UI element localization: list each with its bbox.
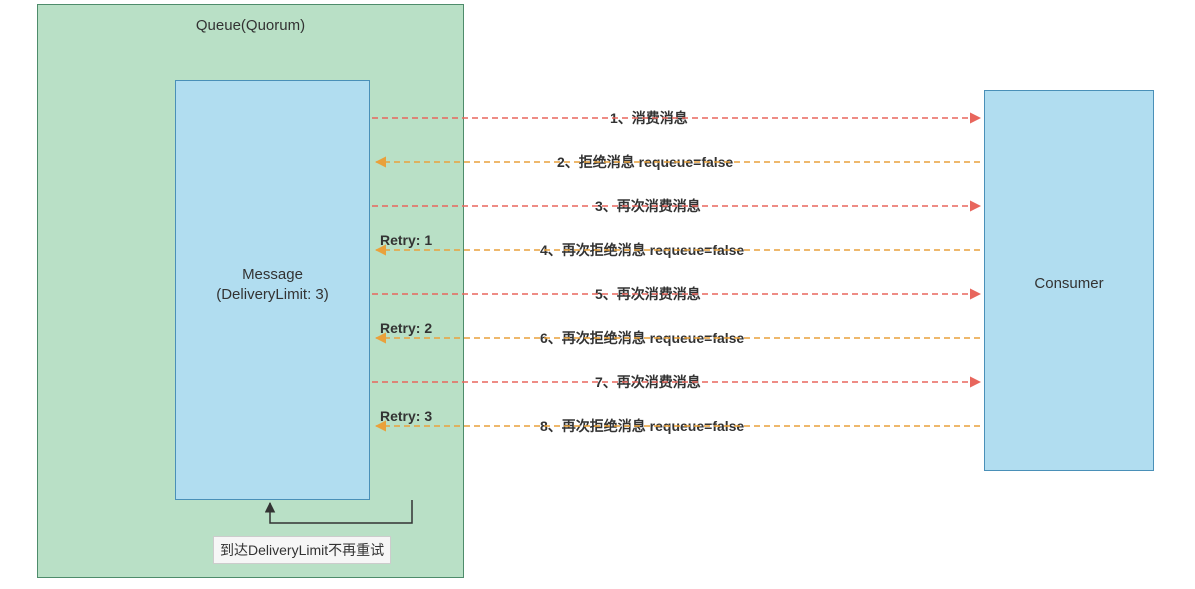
step-6-label: 6、再次拒绝消息 requeue=false [540,328,744,348]
step-4-label: 4、再次拒绝消息 requeue=false [540,240,744,260]
step-8-label: 8、再次拒绝消息 requeue=false [540,416,744,436]
message-line-1: Message [242,266,303,283]
diagram-canvas: Queue(Quorum) Message (DeliveryLimit: 3)… [0,0,1195,589]
message-text: Message (DeliveryLimit: 3) [175,265,370,306]
retry-2-label: Retry: 2 [380,320,432,336]
step-5-label: 5、再次消费消息 [595,284,701,304]
consumer-label: Consumer [984,275,1154,292]
step-2-label: 2、拒绝消息 requeue=false [557,152,733,172]
retry-1-label: Retry: 1 [380,232,432,248]
retry-3-label: Retry: 3 [380,408,432,424]
message-line-2: (DeliveryLimit: 3) [216,286,329,303]
step-1-label: 1、消费消息 [610,108,688,128]
step-7-label: 7、再次消费消息 [595,372,701,392]
queue-title: Queue(Quorum) [38,17,463,34]
step-3-label: 3、再次消费消息 [595,196,701,216]
delivery-limit-note: 到达DeliveryLimit不再重试 [213,536,391,564]
